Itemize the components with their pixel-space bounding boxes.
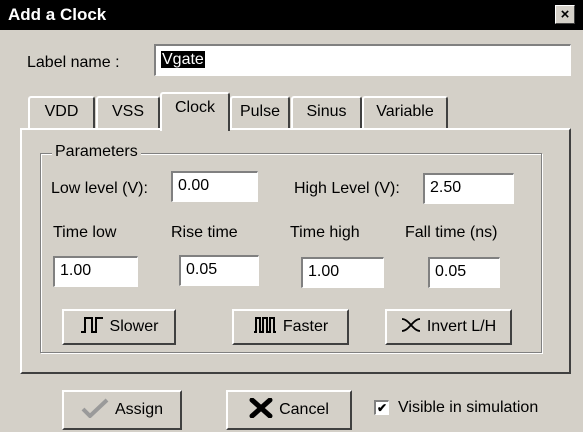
cancel-label: Cancel (279, 401, 329, 418)
close-button[interactable]: × (555, 5, 575, 24)
label-name-value: Vgate (161, 51, 205, 68)
tab-clock-label: Clock (174, 99, 215, 116)
time-low-value: 1.00 (60, 262, 92, 279)
slow-clock-wave-icon (80, 315, 104, 340)
invert-button[interactable]: Invert L/H (385, 309, 512, 345)
label-name-label: Label name : (27, 54, 120, 71)
rise-time-label: Rise time (171, 224, 238, 241)
high-level-value: 2.50 (430, 179, 462, 196)
parameters-group-title: Parameters (52, 143, 141, 161)
fast-clock-wave-icon (253, 315, 277, 340)
time-high-input[interactable]: 1.00 (301, 257, 384, 288)
fall-time-value: 0.05 (435, 263, 467, 280)
tab-sinus-label: Sinus (306, 103, 347, 120)
tab-variable-label: Variable (376, 103, 434, 120)
label-name-input[interactable]: Vgate (154, 44, 571, 76)
time-high-label: Time high (290, 224, 360, 241)
title-bar: Add a Clock × (0, 0, 583, 30)
assign-button[interactable]: Assign (62, 390, 182, 430)
tab-pulse[interactable]: Pulse (230, 96, 290, 128)
window-title: Add a Clock (8, 5, 107, 24)
checkbox-checkmark-icon: ✔ (376, 401, 388, 415)
checkmark-icon (81, 398, 109, 423)
tab-vdd[interactable]: VDD (28, 96, 95, 128)
rise-time-input[interactable]: 0.05 (179, 255, 259, 286)
invert-label: Invert L/H (426, 318, 497, 335)
low-level-value: 0.00 (178, 177, 210, 194)
x-mark-icon (249, 397, 273, 423)
tab-sinus[interactable]: Sinus (291, 96, 362, 128)
time-low-input[interactable]: 1.00 (53, 256, 138, 287)
slower-label: Slower (109, 318, 159, 335)
invert-icon (401, 317, 421, 338)
cancel-button[interactable]: Cancel (226, 390, 352, 430)
tab-pulse-label: Pulse (239, 103, 281, 120)
close-icon: × (560, 6, 570, 23)
visible-in-simulation-checkbox[interactable]: ✔ (374, 400, 389, 415)
high-level-input[interactable]: 2.50 (423, 173, 514, 204)
time-high-value: 1.00 (308, 263, 340, 280)
faster-label: Faster (282, 318, 329, 335)
low-level-label: Low level (V): (51, 180, 148, 197)
tab-vdd-label: VDD (44, 103, 79, 120)
faster-button[interactable]: Faster (232, 309, 349, 345)
low-level-input[interactable]: 0.00 (171, 171, 258, 202)
fall-time-input[interactable]: 0.05 (428, 257, 500, 288)
assign-label: Assign (114, 401, 164, 418)
visible-in-simulation-label: Visible in simulation (398, 399, 539, 416)
time-low-label: Time low (53, 224, 117, 241)
high-level-label: High Level (V): (294, 180, 400, 197)
slower-button[interactable]: Slower (62, 309, 176, 345)
tab-clock[interactable]: Clock (160, 92, 230, 131)
tab-vss[interactable]: VSS (96, 96, 160, 128)
fall-time-label: Fall time (ns) (405, 224, 498, 241)
tab-vss-label: VSS (111, 103, 144, 120)
rise-time-value: 0.05 (186, 261, 218, 278)
tab-variable[interactable]: Variable (362, 96, 448, 128)
